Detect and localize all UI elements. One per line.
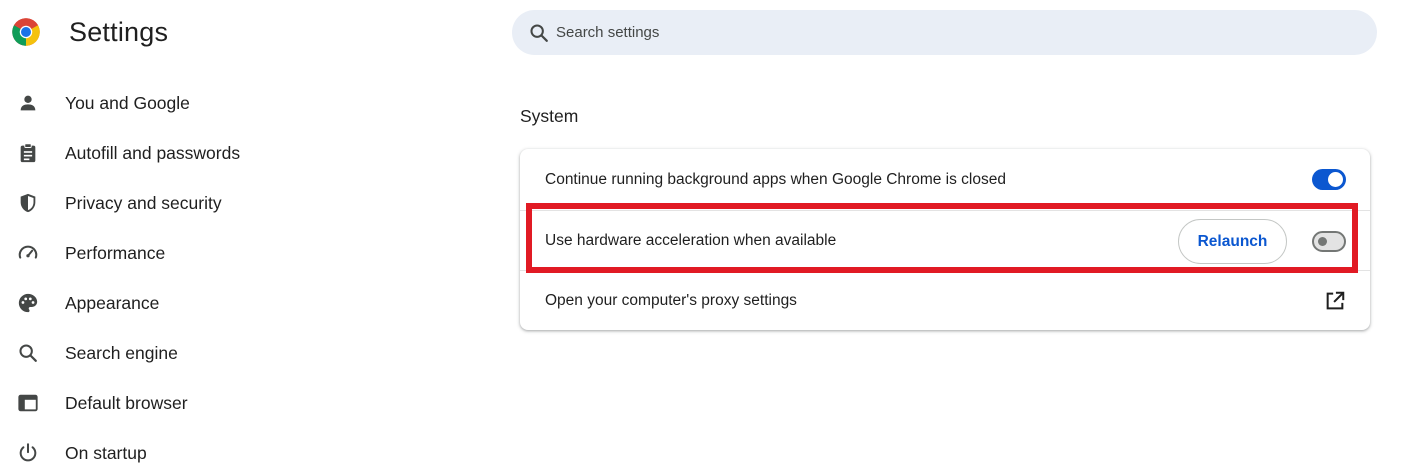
background-apps-toggle[interactable] [1312, 169, 1346, 190]
sidebar: You and Google Autofill and passwords Pr… [0, 78, 300, 468]
system-settings-card: Continue running background apps when Go… [520, 149, 1370, 330]
shield-icon [16, 191, 40, 215]
sidebar-item-label: Privacy and security [65, 192, 222, 213]
sidebar-item-label: Default browser [65, 392, 188, 413]
power-icon [16, 441, 40, 465]
open-external-icon[interactable] [1324, 290, 1346, 312]
sidebar-item-privacy[interactable]: Privacy and security [0, 178, 300, 228]
setting-row-hardware-acceleration: Use hardware acceleration when available… [520, 210, 1370, 271]
setting-label: Continue running background apps when Go… [545, 170, 1006, 188]
sidebar-item-label: Search engine [65, 342, 178, 363]
sidebar-item-search-engine[interactable]: Search engine [0, 328, 300, 378]
search-icon [16, 341, 40, 365]
sidebar-item-you-and-google[interactable]: You and Google [0, 78, 300, 128]
sidebar-item-on-startup[interactable]: On startup [0, 428, 300, 468]
hardware-acceleration-toggle[interactable] [1312, 230, 1346, 252]
sidebar-item-label: Appearance [65, 292, 160, 313]
browser-window-icon [16, 391, 40, 415]
page-title: Settings [69, 17, 169, 47]
sidebar-item-appearance[interactable]: Appearance [0, 278, 300, 328]
relaunch-button[interactable]: Relaunch [1178, 219, 1287, 264]
sidebar-item-autofill[interactable]: Autofill and passwords [0, 128, 300, 178]
sidebar-item-label: You and Google [65, 92, 190, 113]
setting-row-background-apps: Continue running background apps when Go… [520, 149, 1370, 210]
toggle-knob [1318, 236, 1327, 246]
search-icon [530, 23, 548, 42]
speedometer-icon [16, 241, 40, 265]
chrome-logo-icon [12, 18, 40, 46]
setting-label: Use hardware acceleration when available [545, 232, 837, 249]
search-bar[interactable] [512, 10, 1377, 55]
sidebar-item-label: Autofill and passwords [65, 142, 241, 163]
sidebar-item-label: Performance [65, 242, 166, 263]
search-input[interactable] [556, 24, 1336, 41]
section-title-system: System [520, 106, 579, 126]
sidebar-item-performance[interactable]: Performance [0, 228, 300, 278]
sidebar-item-label: On startup [65, 442, 147, 463]
palette-icon [16, 291, 40, 315]
person-icon [16, 91, 40, 115]
toggle-knob [1328, 172, 1343, 187]
setting-row-proxy-settings[interactable]: Open your computer's proxy settings [520, 270, 1370, 330]
clipboard-icon [16, 141, 40, 165]
settings-page: Settings You and Google Autofill and pas… [0, 0, 1417, 468]
sidebar-item-default-browser[interactable]: Default browser [0, 378, 300, 428]
setting-label: Open your computer's proxy settings [545, 291, 797, 309]
